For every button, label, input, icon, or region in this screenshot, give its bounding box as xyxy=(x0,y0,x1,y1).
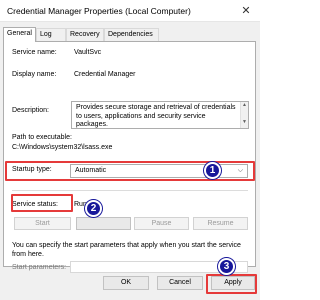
close-icon[interactable]: ✕ xyxy=(238,3,254,19)
service-status-label: Service status: xyxy=(12,201,58,208)
pause-button[interactable]: Pause xyxy=(134,217,189,230)
general-panel: Service name: VaultSvc Display name: Cre… xyxy=(3,41,256,273)
window-title: Credential Manager Properties (Local Com… xyxy=(7,6,191,16)
scroll-down-icon[interactable]: ▼ xyxy=(241,119,248,126)
start-button[interactable]: Start xyxy=(14,217,71,230)
startup-type-dropdown[interactable]: Automatic ⌵ xyxy=(70,164,248,178)
step-3-badge: 3 xyxy=(218,258,235,275)
ok-button[interactable]: OK xyxy=(103,276,149,290)
scroll-up-icon[interactable]: ▲ xyxy=(241,102,248,109)
description-scrollbar[interactable]: ▲ ▼ xyxy=(240,102,248,128)
step-1-badge: 1 xyxy=(204,162,221,179)
apply-button[interactable]: Apply xyxy=(211,276,255,290)
title-bar: Credential Manager Properties (Local Com… xyxy=(0,0,260,22)
divider xyxy=(12,190,248,191)
description-text: Provides secure storage and retrieval of… xyxy=(76,104,236,128)
resume-button[interactable]: Resume xyxy=(193,217,248,230)
startup-type-label: Startup type: xyxy=(12,166,52,173)
display-name-label: Display name: xyxy=(12,71,57,78)
display-name-value: Credential Manager xyxy=(74,71,136,78)
start-params-label: Start parameters: xyxy=(12,264,67,271)
tab-log-on[interactable]: Log On xyxy=(36,28,66,50)
start-params-info: You can specify the start parameters tha… xyxy=(12,242,241,258)
service-name-label: Service name: xyxy=(12,49,57,56)
description-box[interactable]: Provides secure storage and retrieval of… xyxy=(71,101,249,129)
tab-general[interactable]: General xyxy=(3,27,36,42)
description-label: Description: xyxy=(12,107,49,114)
path-value: C:\Windows\system32\lsass.exe xyxy=(12,144,113,151)
cancel-button[interactable]: Cancel xyxy=(157,276,203,290)
step-2-badge: 2 xyxy=(85,200,102,217)
stop-button[interactable] xyxy=(76,217,131,230)
chevron-down-icon: ⌵ xyxy=(237,167,243,174)
path-label: Path to executable: xyxy=(12,134,72,141)
tab-recovery[interactable]: Recovery xyxy=(66,28,104,41)
tab-dependencies[interactable]: Dependencies xyxy=(104,28,159,41)
service-name-value: VaultSvc xyxy=(74,49,102,56)
startup-type-value: Automatic xyxy=(75,167,107,174)
